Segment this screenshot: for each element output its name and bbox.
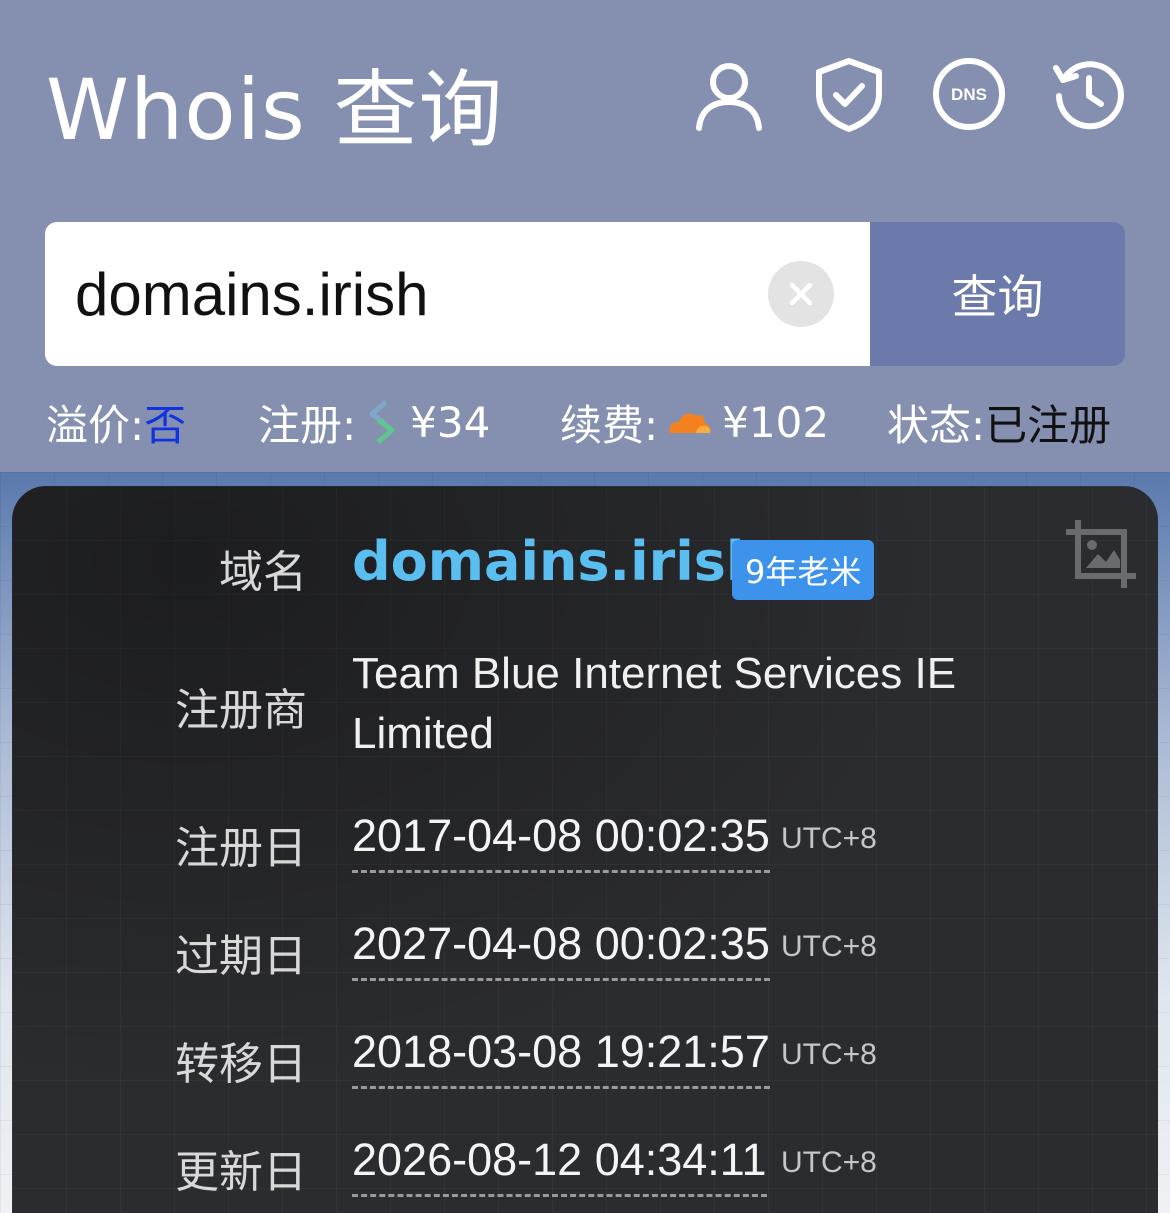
status-value: 已注册 — [985, 400, 1112, 450]
history-icon[interactable] — [1051, 56, 1127, 132]
search-bar: 查询 — [45, 222, 1125, 366]
user-icon[interactable] — [691, 56, 767, 132]
expiry-date-value[interactable]: 2027-04-08 00:02:35 — [352, 916, 770, 981]
search-input-wrap — [45, 222, 870, 366]
renew-label: 续费: — [560, 400, 659, 450]
registrar-logo-icon — [364, 400, 400, 444]
premium-info: 溢价: 否 — [46, 392, 186, 452]
registrar-value: Team Blue Internet Services IE Limited — [352, 649, 957, 758]
domain-age-badge: 9年老米 — [732, 540, 875, 600]
whois-page: Whois 查询 DNS domains.irish 查询 溢价: 否 注册: … — [0, 0, 1170, 1213]
registered-date-value[interactable]: 2017-04-08 00:02:35 — [352, 808, 770, 873]
register-price-info[interactable]: 注册: ¥34 — [258, 392, 490, 452]
clear-search-button[interactable] — [768, 261, 834, 327]
header: Whois 查询 DNS domains.irish 查询 溢价: 否 注册: … — [0, 0, 1170, 472]
expiry-date-label: 过期日 — [175, 931, 307, 982]
premium-value[interactable]: 否 — [144, 392, 186, 453]
registrar-label: 注册商 — [175, 685, 307, 736]
register-price: ¥34 — [410, 397, 491, 447]
register-label: 注册: — [258, 400, 357, 450]
renew-price-info[interactable]: 续费: ¥102 — [560, 392, 829, 452]
domain-label: 域名 — [219, 547, 307, 598]
registered-date-tz: UTC+8 — [781, 822, 877, 855]
search-button[interactable]: 查询 — [870, 222, 1125, 366]
close-icon — [789, 282, 813, 306]
status-info: 状态: 已注册 — [887, 392, 1111, 452]
premium-label: 溢价: — [46, 400, 145, 450]
transfer-date-value[interactable]: 2018-03-08 19:21:57 — [352, 1024, 770, 1089]
status-label: 状态: — [887, 400, 986, 450]
crop-image-icon[interactable] — [1064, 518, 1140, 590]
domain-name[interactable]: domains.irish — [352, 530, 764, 593]
whois-result-card: 域名 domains.irish 9年老米 注册商 Team Blue Inte… — [12, 486, 1158, 1213]
updated-date-tz: UTC+8 — [781, 1146, 877, 1179]
app-title: Whois 查询 — [46, 61, 504, 159]
cloudflare-icon — [666, 409, 712, 435]
updated-date-value[interactable]: 2026-08-12 04:34:11 — [352, 1132, 767, 1197]
shield-check-icon[interactable] — [811, 56, 887, 132]
expiry-date-tz: UTC+8 — [781, 930, 877, 963]
registered-date-label: 注册日 — [175, 823, 307, 874]
transfer-date-tz: UTC+8 — [781, 1038, 877, 1071]
updated-date-label: 更新日 — [175, 1147, 307, 1198]
dns-icon[interactable]: DNS — [931, 56, 1007, 132]
dns-icon-label: DNS — [951, 85, 987, 104]
renew-price: ¥102 — [722, 397, 830, 447]
transfer-date-label: 转移日 — [175, 1039, 307, 1090]
price-info-row: 溢价: 否 注册: ¥34 续费: ¥102 状态: 已注册 — [0, 392, 1170, 452]
search-input[interactable] — [75, 222, 775, 366]
